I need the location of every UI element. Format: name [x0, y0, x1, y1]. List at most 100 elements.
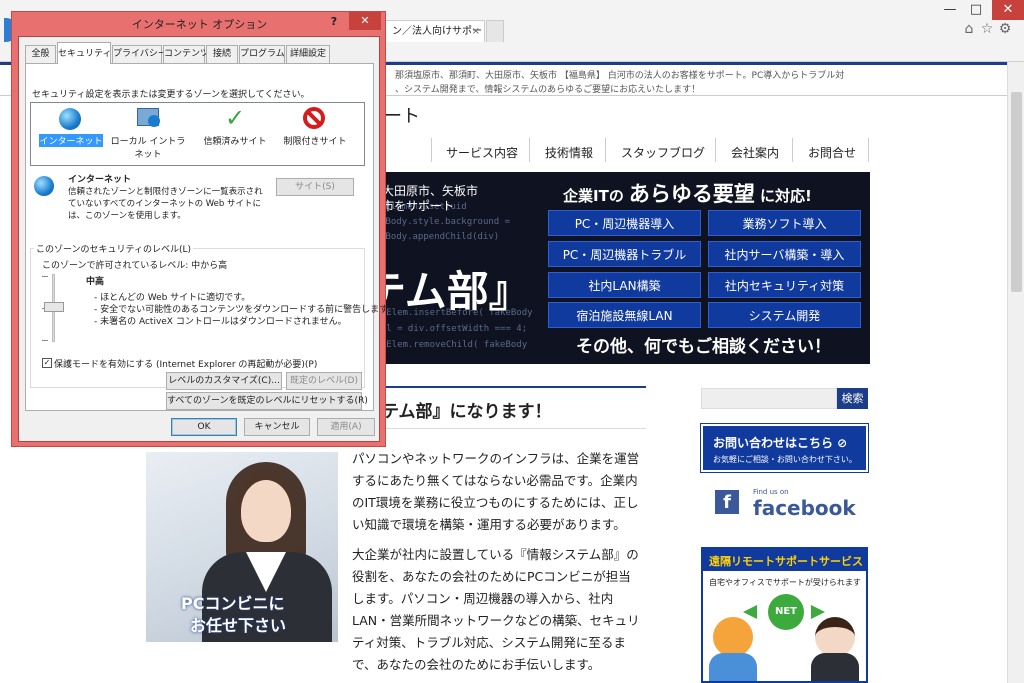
remote-support-sub: 自宅やオフィスでサポートが受けられます	[709, 578, 861, 587]
zone-internet[interactable]: インターネット	[39, 106, 103, 150]
nav-separator	[529, 138, 530, 162]
internet-options-dialog[interactable]: インターネット オプション ? ✕ 全般 セキュリティ プライバシー コンテンツ…	[11, 11, 396, 447]
close-window-button[interactable]: ✕	[992, 0, 1024, 20]
close-tab-icon[interactable]: ×	[472, 21, 480, 42]
site-logo-fragment[interactable]: ート	[384, 102, 420, 128]
facebook-banner[interactable]: f Find us on facebook	[701, 484, 868, 524]
section-title-rule	[376, 386, 646, 388]
hero-headline-post: に対応!	[760, 187, 812, 205]
photo-caption-2: お任せ下さい	[190, 616, 287, 635]
nav-tech[interactable]: 技術情報	[545, 144, 593, 161]
dialog-body: 全般 セキュリティ プライバシー コンテンツ 接続 プログラム 詳細設定 セキュ…	[18, 36, 396, 442]
tab-programs[interactable]: プログラム	[239, 45, 285, 63]
tab-content[interactable]: コンテンツ	[163, 45, 209, 63]
tab-advanced[interactable]: 詳細設定	[286, 45, 330, 63]
restricted-icon	[303, 107, 325, 129]
protected-mode-checkbox[interactable]: ✓	[42, 358, 52, 368]
default-level-button: 既定のレベル(D)	[286, 372, 362, 390]
nav-separator	[431, 138, 432, 162]
custom-level-button[interactable]: レベルのカスタマイズ(C)...	[166, 372, 282, 390]
search-input[interactable]	[701, 388, 837, 409]
zone-trusted[interactable]: ✓ 信頼済みサイト	[201, 106, 269, 150]
net-label: NET	[774, 606, 798, 617]
zone-intranet[interactable]: ローカル イントラネット	[107, 106, 189, 162]
new-tab[interactable]	[486, 20, 504, 42]
person-face	[241, 480, 291, 542]
customer-body-icon	[709, 653, 757, 681]
page-scrollbar[interactable]	[1007, 62, 1024, 683]
apply-button: 適用(A)	[317, 418, 375, 436]
hero-button[interactable]: 社内LAN構築	[548, 272, 701, 298]
code-line: docElem.removeChild( fakeBody	[370, 340, 528, 350]
staff-photo: PCコンビニに お任せ下さい	[146, 452, 338, 642]
reset-all-zones-button[interactable]: すべてのゾーンを既定のレベルにリセットする(R)	[166, 392, 368, 410]
remote-support-title: 遠隔リモートサポートサービス	[709, 555, 863, 568]
tab-general[interactable]: 全般	[25, 45, 56, 63]
nav-service[interactable]: サービス内容	[446, 144, 518, 161]
hero-button[interactable]: システム開発	[708, 302, 861, 328]
zone-intranet-label: ローカル イントラネット	[110, 137, 186, 160]
contact-banner-title: お問い合わせはこちら ⊘	[713, 436, 848, 450]
zone-restricted[interactable]: 制限付きサイト	[281, 106, 349, 150]
sites-button: サイト(S)	[276, 178, 354, 196]
search-button[interactable]: 検索	[837, 388, 868, 409]
hero-area-text-2: 市をサポート	[382, 199, 455, 213]
hero-button[interactable]: PC・周辺機器導入	[548, 210, 701, 236]
operator-body-icon	[811, 653, 859, 681]
section-title-bottom-rule	[376, 428, 646, 429]
tab-security[interactable]: セキュリティ	[57, 42, 111, 64]
hero-headline-main: あらゆる要望	[628, 182, 755, 206]
star-icon[interactable]: ☆	[978, 20, 996, 38]
scrollbar-thumb[interactable]	[1011, 92, 1022, 292]
nav-contact[interactable]: お問合せ	[808, 144, 856, 161]
facebook-small-text: Find us on	[753, 488, 789, 496]
zone-internet-label: インターネット	[39, 134, 103, 147]
section-title: テム部』になります！	[382, 402, 552, 422]
allowed-levels-text: このゾーンで許可されているレベル: 中から高	[42, 261, 228, 271]
zone-restricted-label: 制限付きサイト	[283, 137, 347, 147]
operator-avatar-icon	[815, 617, 855, 657]
gear-icon[interactable]: ⚙	[996, 20, 1014, 38]
nav-company[interactable]: 会社案内	[731, 144, 779, 161]
ok-button[interactable]: OK	[171, 418, 237, 436]
dialog-help-button[interactable]: ?	[326, 15, 342, 28]
tab-connections[interactable]: 接続	[206, 45, 238, 63]
nav-separator	[715, 138, 716, 162]
right-arrow-icon	[811, 605, 825, 619]
home-icon[interactable]: ⌂	[960, 20, 978, 38]
restricted-bar	[306, 110, 322, 126]
protected-mode-label[interactable]: 保護モードを有効にする (Internet Explorer の再起動が必要)(…	[54, 357, 317, 370]
dialog-close-button[interactable]: ✕	[349, 12, 381, 30]
net-globe-icon: NET	[768, 594, 804, 630]
hero-button[interactable]: PC・周辺機器トラブル	[548, 241, 701, 267]
contact-banner[interactable]: お問い合わせはこちら ⊘ お気軽にご相談・お問い合わせ下さい。	[700, 423, 869, 473]
nav-blog[interactable]: スタッフブログ	[621, 144, 705, 161]
zone-list: インターネット ローカル イントラネット ✓ 信頼済みサイト 制限付きサイト	[30, 102, 365, 166]
slider-tick	[42, 340, 48, 341]
checkmark-icon: ✓	[225, 104, 246, 132]
topbar-text-1: 那須塩原市、那須町、大田原市、矢板市 【福島県】 白河市の法人のお客様をサポート…	[395, 71, 845, 81]
hero-button[interactable]: 社内サーバ構築・導入	[708, 241, 861, 267]
maximize-button[interactable]: □	[960, 0, 992, 20]
nav-separator	[868, 138, 869, 162]
facebook-text: facebook	[753, 496, 856, 520]
browser-tab[interactable]: ン／法人向けサポート ×	[385, 20, 485, 42]
tab-privacy[interactable]: プライバシー	[112, 45, 167, 63]
security-tab-panel: セキュリティ設定を表示または変更するゾーンを選択してください。 インターネット …	[25, 63, 396, 411]
code-line: tBody.appendChild(div)	[380, 232, 500, 242]
security-level-name: 中高	[86, 277, 105, 287]
hero-button[interactable]: 宿泊施設無線LAN	[548, 302, 701, 328]
zone-info-title: インターネット	[68, 175, 132, 185]
hero-button[interactable]: 業務ソフト導入	[708, 210, 861, 236]
facebook-icon: f	[715, 490, 739, 514]
hero-button[interactable]: 社内セキュリティ対策	[708, 272, 861, 298]
hero-footer-text: その他、何でもご相談ください！	[576, 337, 831, 357]
nav-separator	[605, 138, 606, 162]
photo-caption-1: PCコンビニに	[181, 594, 285, 613]
security-level-slider-thumb[interactable]	[44, 302, 64, 312]
remote-support-banner[interactable]: 遠隔リモートサポートサービス 自宅やオフィスでサポートが受けられます NET	[701, 547, 868, 683]
cancel-button[interactable]: キャンセル	[244, 418, 310, 436]
intro-paragraph-2: 大企業が社内に設置している『情報システム部』の役割を、あなたの会社のためにPCコ…	[352, 547, 640, 672]
hero-banner[interactable]: tElement.set(uid tBody.style.background …	[320, 172, 870, 364]
zone-info-description: 信頼されたゾーンと制限付きゾーンに一覧表示されていないすべてのインターネットの …	[68, 187, 263, 221]
